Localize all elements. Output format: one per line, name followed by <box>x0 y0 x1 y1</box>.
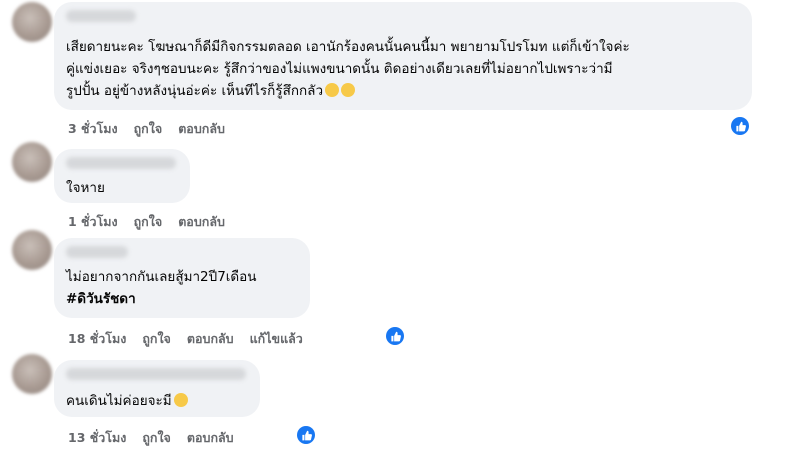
like-button[interactable]: ถูกใจ <box>142 329 171 349</box>
like-button[interactable]: ถูกใจ <box>134 212 163 232</box>
sad-emoji-icon <box>173 393 188 407</box>
commenter-name[interactable] <box>66 10 136 22</box>
sad-emoji-icon <box>341 83 356 97</box>
comment-line-text: รูปปั้น อยู่ข้างหลังนุ่นอ่ะค่ะ เห็นทีไรก… <box>66 83 324 99</box>
reply-button[interactable]: ตอบกลับ <box>178 119 225 139</box>
like-button[interactable]: ถูกใจ <box>134 119 163 139</box>
comment-line: รูปปั้น อยู่ข้างหลังนุ่นอ่ะค่ะ เห็นทีไรก… <box>66 80 356 102</box>
comment-time[interactable]: 3 ชั่วโมง <box>68 119 118 139</box>
comment-time[interactable]: 1 ชั่วโมง <box>68 212 118 232</box>
comment-line: เสียดายนะคะ โฆษณาก็ดีมีกิจกรรมตลอด เอานั… <box>66 39 630 55</box>
avatar[interactable] <box>12 142 52 182</box>
hashtag-link[interactable]: #ดิวันรัชดา <box>66 288 136 310</box>
comment-line: ไม่อยากจากกันเลยสู้มา2ปี7เดือน <box>66 269 257 285</box>
comment-time[interactable]: 13 ชั่วโมง <box>68 428 126 448</box>
like-reaction-icon[interactable] <box>386 327 404 345</box>
reply-button[interactable]: ตอบกลับ <box>178 212 225 232</box>
commenter-name[interactable] <box>66 368 246 380</box>
edited-label[interactable]: แก้ไขแล้ว <box>250 329 303 349</box>
comment-line: คนเดินไม่ค่อยจะมี <box>66 390 188 412</box>
commenter-name[interactable] <box>66 157 176 169</box>
avatar[interactable] <box>12 2 52 42</box>
comment-bubble: ใจหาย <box>54 149 190 203</box>
reply-button[interactable]: ตอบกลับ <box>187 329 234 349</box>
like-reaction-icon[interactable] <box>731 117 749 135</box>
comment-line: คู่แข่งเยอะ จริงๆชอบนะคะ รู้สึกว่าของไม่… <box>66 61 613 77</box>
reply-button[interactable]: ตอบกลับ <box>187 428 234 448</box>
comment-bubble: เสียดายนะคะ โฆษณาก็ดีมีกิจกรรมตลอด เอานั… <box>54 2 752 110</box>
laughing-emoji-icon <box>325 83 340 97</box>
like-reaction-icon[interactable] <box>297 426 315 444</box>
commenter-name[interactable] <box>66 246 128 258</box>
avatar[interactable] <box>12 354 52 394</box>
comment-bubble: ไม่อยากจากกันเลยสู้มา2ปี7เดือน #ดิวันรัช… <box>54 238 310 318</box>
comment-actions: 18 ชั่วโมง ถูกใจ ตอบกลับ แก้ไขแล้ว <box>68 329 319 349</box>
comment-line-text: คนเดินไม่ค่อยจะมี <box>66 393 172 409</box>
avatar[interactable] <box>12 230 52 270</box>
comment-line: ใจหาย <box>66 180 105 196</box>
like-button[interactable]: ถูกใจ <box>142 428 171 448</box>
comment-time[interactable]: 18 ชั่วโมง <box>68 329 126 349</box>
comment-actions: 1 ชั่วโมง ถูกใจ ตอบกลับ <box>68 212 241 232</box>
comment-bubble: คนเดินไม่ค่อยจะมี <box>54 360 260 417</box>
comment-actions: 13 ชั่วโมง ถูกใจ ตอบกลับ <box>68 428 250 448</box>
comment-actions: 3 ชั่วโมง ถูกใจ ตอบกลับ <box>68 119 241 139</box>
